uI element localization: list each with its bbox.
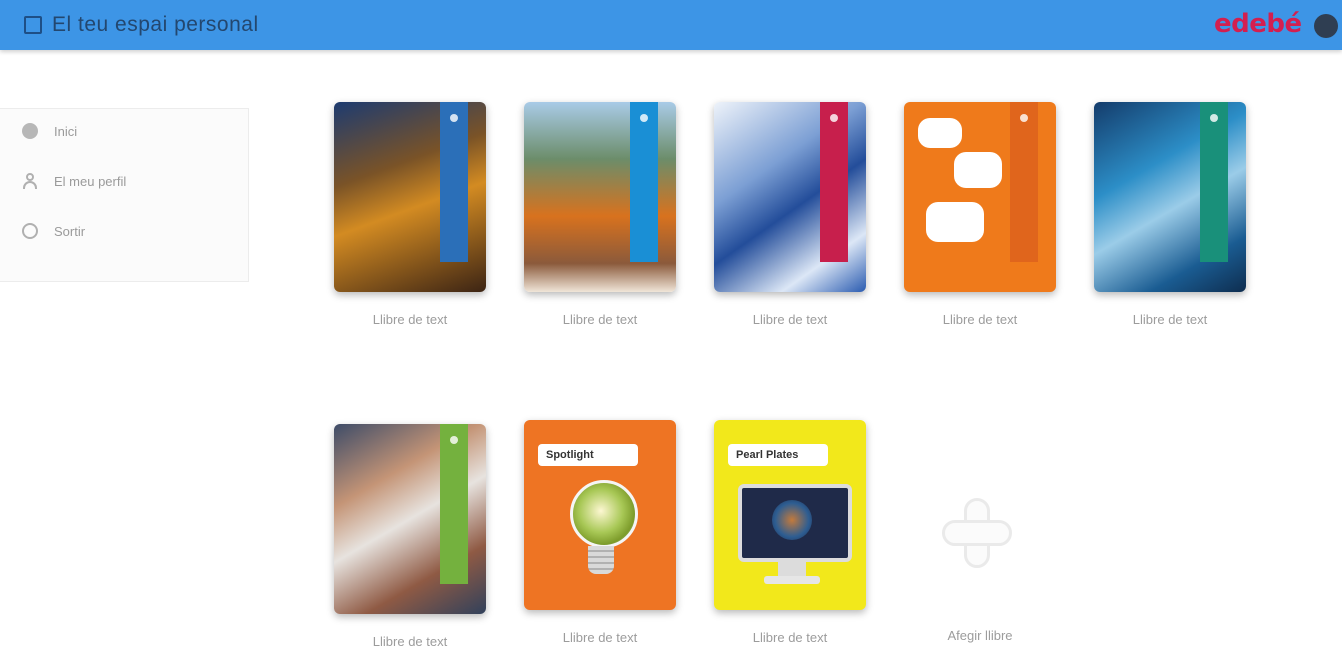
book-title: Llibre de text — [562, 630, 638, 645]
book-card[interactable]: Llibre de text — [904, 102, 1056, 330]
monitor-base — [764, 576, 820, 584]
book-title: Llibre de text — [752, 312, 828, 327]
sidebar-item-label: El meu perfil — [54, 173, 127, 189]
sidebar-item-profile[interactable]: El meu perfil — [22, 165, 222, 197]
book-card[interactable]: Llibre de text — [334, 424, 486, 652]
book-title: Llibre de text — [372, 312, 448, 327]
book-cover[interactable] — [334, 424, 486, 614]
avatar[interactable] — [1314, 14, 1338, 38]
add-book-label: Afegir llibre — [947, 628, 1013, 643]
book-spine — [630, 102, 658, 262]
book-spine — [1200, 102, 1228, 262]
exit-icon — [22, 223, 38, 239]
monitor-icon — [738, 484, 852, 562]
book-cover[interactable] — [1094, 102, 1246, 292]
plus-icon — [942, 498, 1012, 568]
book-cover[interactable] — [524, 102, 676, 292]
lightbulb-icon — [570, 480, 638, 548]
book-title: Llibre de text — [752, 630, 828, 645]
top-bar: El teu espai personal edebé — [0, 0, 1342, 50]
book-spine — [440, 424, 468, 584]
book-cover[interactable] — [904, 102, 1056, 292]
speech-bubble — [926, 202, 984, 242]
book-card[interactable]: Llibre de text — [1094, 102, 1246, 330]
user-icon — [22, 173, 38, 189]
menu-icon[interactable] — [24, 16, 42, 34]
book-title: Llibre de text — [562, 312, 638, 327]
book-spine — [440, 102, 468, 262]
book-title: Llibre de text — [1132, 312, 1208, 327]
book-card[interactable]: Llibre de text — [714, 102, 866, 330]
speech-bubble — [918, 118, 962, 148]
cover-label: Spotlight — [538, 444, 638, 466]
book-cover[interactable] — [334, 102, 486, 292]
sidebar-item-home[interactable]: Inici — [22, 115, 222, 147]
book-title: Llibre de text — [372, 634, 448, 649]
book-cover[interactable]: Pearl Plates — [714, 420, 866, 610]
book-card[interactable]: Llibre de text — [524, 102, 676, 330]
book-title: Llibre de text — [942, 312, 1018, 327]
page-title: El teu espai personal — [52, 13, 259, 36]
monitor-stand — [778, 562, 806, 576]
sidebar-item-logout[interactable]: Sortir — [22, 215, 222, 247]
book-spine — [820, 102, 848, 262]
sidebar-item-label: Inici — [54, 123, 78, 139]
sidebar: Inici El meu perfil Sortir — [0, 108, 249, 282]
book-card[interactable]: Llibre de text — [334, 102, 486, 330]
book-card[interactable]: Pearl Plates Llibre de text — [714, 420, 866, 648]
book-card[interactable]: Spotlight Llibre de text — [524, 420, 676, 648]
cover-label: Pearl Plates — [728, 444, 828, 466]
book-cover[interactable] — [714, 102, 866, 292]
home-icon — [22, 123, 38, 139]
book-spine — [1010, 102, 1038, 262]
lightbulb-base — [588, 546, 614, 574]
speech-bubble — [954, 152, 1002, 188]
brand-logo[interactable]: edebé — [1214, 9, 1302, 39]
sidebar-item-label: Sortir — [54, 223, 86, 239]
book-cover[interactable]: Spotlight — [524, 420, 676, 610]
